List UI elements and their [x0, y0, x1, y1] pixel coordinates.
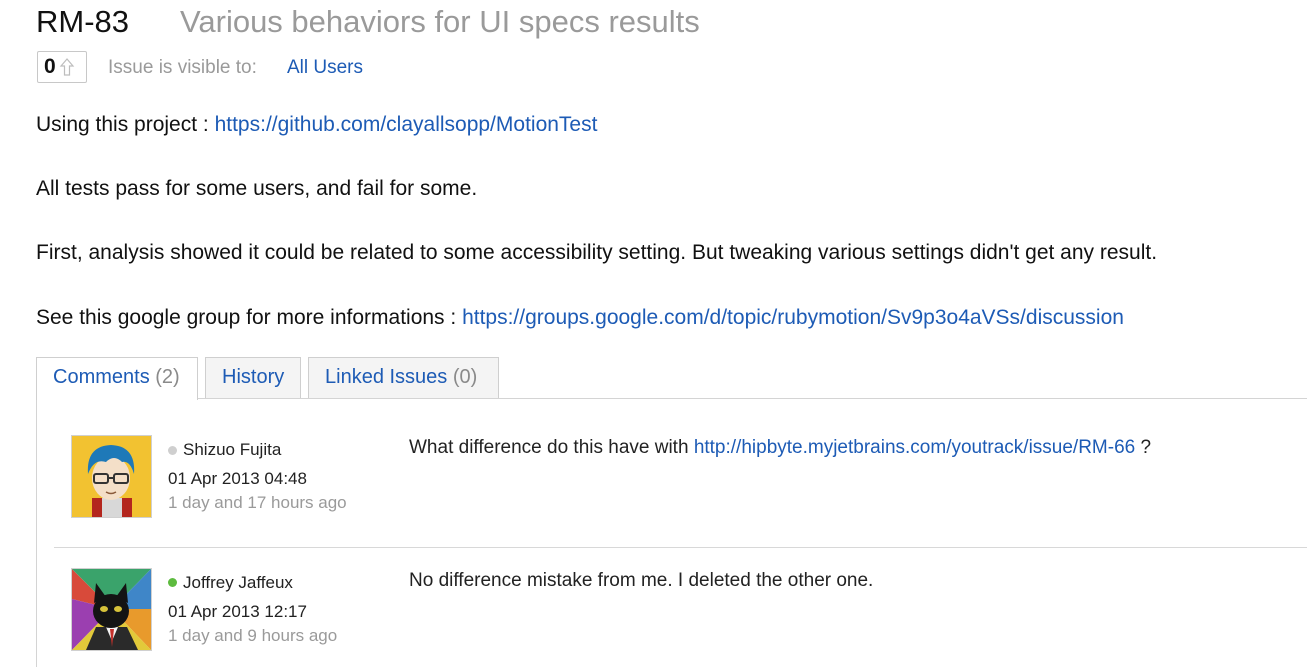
- comment-separator: [54, 547, 1307, 548]
- comment-link[interactable]: http://hipbyte.myjetbrains.com/youtrack/…: [694, 437, 1135, 458]
- comment-relative-time: 1 day and 9 hours ago: [168, 626, 338, 645]
- panel-border: [36, 398, 37, 667]
- comment-text-part: ?: [1135, 437, 1152, 458]
- visibility-label: Issue is visible to:: [108, 57, 257, 78]
- comment-relative-time: 1 day and 17 hours ago: [168, 493, 347, 512]
- issue-title: Various behaviors for UI specs results: [180, 4, 700, 39]
- comment-author[interactable]: Joffrey Jaffeux: [183, 573, 293, 593]
- tab-label: History: [222, 366, 285, 388]
- google-group-link[interactable]: https://groups.google.com/d/topic/rubymo…: [462, 306, 1124, 329]
- description-paragraph: All tests pass for some users, and fail …: [36, 177, 478, 200]
- vote-count: 0: [44, 55, 56, 78]
- arrow-up-icon: [59, 58, 74, 76]
- vote-button[interactable]: 0: [37, 51, 87, 83]
- description-text: See this google group for more informati…: [36, 306, 463, 329]
- tab-linked-issues[interactable]: Linked Issues (0): [308, 357, 499, 398]
- description-text: Using this project :: [36, 113, 215, 136]
- tab-divider: [36, 398, 1307, 399]
- comment-author[interactable]: Shizuo Fujita: [183, 440, 281, 460]
- tab-count: (2): [155, 366, 180, 388]
- issue-id: RM-83: [36, 4, 130, 39]
- tab-count: (0): [452, 366, 478, 388]
- status-dot-icon: [168, 446, 177, 455]
- tab-comments[interactable]: Comments (2): [36, 357, 198, 400]
- comment-date: 01 Apr 2013 04:48: [168, 469, 307, 488]
- comment-date: 01 Apr 2013 12:17: [168, 602, 307, 621]
- comment-text-part: What difference do this have with: [409, 437, 694, 458]
- tab-label: Comments: [53, 366, 150, 388]
- avatar-image: [72, 436, 151, 517]
- visibility-link[interactable]: All Users: [287, 57, 363, 79]
- status-dot-icon: [168, 578, 177, 587]
- description-paragraph: First, analysis showed it could be relat…: [36, 241, 1158, 264]
- description-paragraph: See this google group for more informati…: [36, 306, 1124, 330]
- avatar-image: [72, 569, 151, 650]
- avatar[interactable]: [71, 568, 152, 651]
- comment-text: What difference do this have with http:/…: [409, 437, 1151, 459]
- tab-history[interactable]: History: [205, 357, 301, 398]
- avatar[interactable]: [71, 435, 152, 518]
- tab-label: Linked Issues: [325, 366, 448, 388]
- description-paragraph: Using this project : https://github.com/…: [36, 113, 597, 137]
- comment-text: No difference mistake from me. I deleted…: [409, 570, 874, 591]
- project-link[interactable]: https://github.com/clayallsopp/MotionTes…: [215, 113, 598, 136]
